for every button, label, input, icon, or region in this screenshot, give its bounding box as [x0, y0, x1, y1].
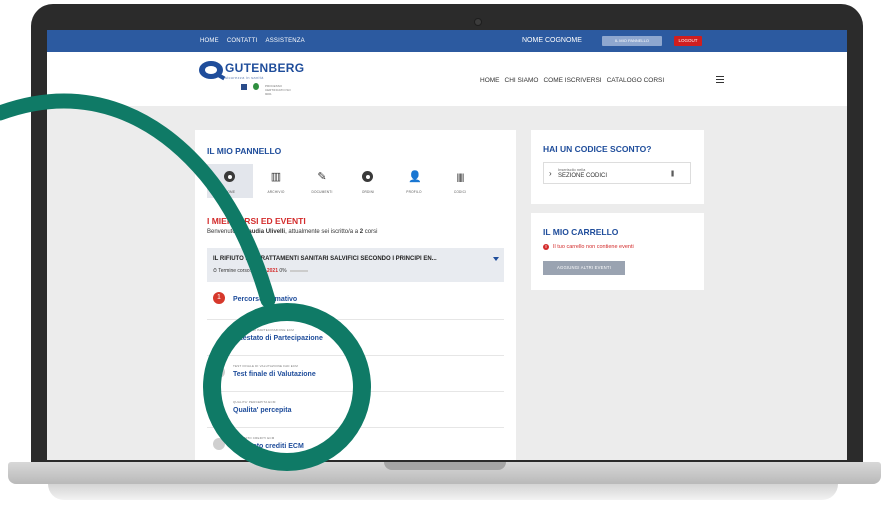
add-events-button[interactable]: AGGIUNGI ALTRI EVENTI — [543, 261, 625, 275]
chevron-right-icon: › — [549, 169, 552, 178]
welcome-prefix: Benvenuto/a — [207, 229, 241, 235]
courses-title: I MIEI CORSI ED EVENTI — [207, 216, 306, 226]
tab-archivio[interactable]: ▥ ARCHIVIO — [253, 164, 299, 198]
cart-title: IL MIO CARRELLO — [543, 227, 619, 237]
nav-catalogo-corsi[interactable]: CATALOGO CORSI — [607, 77, 665, 84]
certification-logo-icon — [241, 84, 247, 90]
top-link-home[interactable]: HOME — [200, 38, 219, 44]
user-name[interactable]: NOME COGNOME — [522, 37, 582, 44]
nav-come-iscriversi[interactable]: COME ISCRIVERSI — [543, 77, 601, 84]
barcode-icon: ||||| — [456, 172, 465, 182]
my-panel-button[interactable]: IL MIO PANNELLO — [602, 36, 662, 46]
course-count: 2 — [359, 229, 364, 235]
panel-tabs: HOME ▥ ARCHIVIO ✎ DOCUMENTI ORDINI 👤 PRO… — [207, 164, 483, 198]
tab-label: ORDINI — [361, 190, 375, 194]
tab-ordini[interactable]: ORDINI — [345, 164, 391, 198]
site-header: GUTENBERG sicurezza in sanità PROCESSO C… — [47, 52, 847, 106]
laptop-shadow — [48, 484, 838, 500]
step-label[interactable]: Attestato crediti ECM — [233, 443, 304, 450]
nav-home[interactable]: HOME — [480, 77, 500, 84]
tab-documenti[interactable]: ✎ DOCUMENTI — [299, 164, 345, 198]
tab-label: HOME — [224, 190, 236, 194]
documents-icon: ✎ — [317, 171, 327, 183]
step-label[interactable]: Attestato di Partecipazione — [233, 335, 323, 342]
menu-icon[interactable] — [716, 76, 724, 83]
discount-section-link[interactable]: SEZIONE CODICI — [558, 173, 607, 179]
camera-icon — [474, 18, 482, 26]
cart-empty-message: Il tuo carrello non contiene eventi — [553, 244, 634, 250]
course-meta: ⏱ Termine corso: 19-03-2021 0% — [213, 268, 308, 274]
tab-codici[interactable]: ||||| CODICI — [437, 164, 483, 198]
step-label[interactable]: Qualita' percepita — [233, 407, 291, 414]
orders-icon — [362, 171, 373, 182]
chevron-down-icon[interactable] — [493, 257, 499, 261]
deadline-label: Termine corso: — [218, 268, 252, 274]
panel-title: IL MIO PANNELLO — [207, 146, 282, 156]
list-item[interactable]: ATTESTATO DI PARTECIPAZIONE ECM Attestat… — [207, 320, 504, 356]
archive-icon: ▥ — [270, 171, 282, 183]
cart-card: IL MIO CARRELLO ! Il tuo carrello non con… — [531, 213, 704, 290]
discount-title: HAI UN CODICE SCONTO? — [543, 144, 652, 154]
tab-profilo[interactable]: 👤 PROFILO — [391, 164, 437, 198]
course-accordion[interactable]: IL RIFIUTO DEI TRATTAMENTI SANITARI SALV… — [207, 248, 504, 282]
top-links: HOME CONTATTI ASSISTENZA — [200, 38, 305, 44]
step-label[interactable]: Test finale di Valutazione — [233, 371, 316, 378]
top-bar: HOME CONTATTI ASSISTENZA NOME COGNOME IL… — [47, 30, 847, 52]
welcome-suffix: corsi — [364, 229, 378, 235]
cart-empty-alert: ! Il tuo carrello non contiene eventi — [543, 244, 634, 250]
my-panel-card: IL MIO PANNELLO HOME ▥ ARCHIVIO ✎ DOCUME… — [195, 130, 516, 460]
laptop-notch — [384, 462, 506, 470]
logo-name[interactable]: GUTENBERG — [225, 61, 304, 75]
discount-card: HAI UN CODICE SCONTO? › Inseriscilo nell… — [531, 130, 704, 204]
discount-hint: Inseriscilo nella — [558, 167, 586, 172]
tab-label: PROFILO — [406, 190, 422, 194]
step-category: ATTESTATO CREDITI ECM — [233, 436, 275, 440]
profile-icon: 👤 — [408, 171, 422, 183]
alert-icon: ! — [543, 244, 549, 250]
logo-tagline: sicurezza in sanità — [225, 75, 264, 80]
course-title[interactable]: IL RIFIUTO DEI TRATTAMENTI SANITARI SALV… — [213, 256, 437, 262]
barcode-icon: |||| — [671, 171, 674, 177]
step-category: QUALITA' PERCEPITA ECM — [233, 400, 276, 404]
welcome-text: Benvenuto/a Claudia Ulivelli, attualment… — [207, 229, 377, 235]
laptop-base — [8, 462, 881, 484]
main-nav: HOME CHI SIAMO COME ISCRIVERSI CATALOGO … — [480, 77, 664, 84]
user-full-name: Claudia Ulivelli — [242, 229, 286, 235]
step-status-dot — [213, 366, 225, 378]
progress-bar — [290, 269, 308, 272]
browser-screen: HOME CONTATTI ASSISTENZA NOME COGNOME IL… — [47, 30, 847, 460]
tab-label: CODICI — [453, 190, 467, 194]
top-link-assistenza[interactable]: ASSISTENZA — [266, 38, 305, 44]
step-category: ATTESTATO DI PARTECIPAZIONE ECM — [233, 328, 294, 332]
top-link-contatti[interactable]: CONTATTI — [227, 38, 258, 44]
progress-percent: 0% — [279, 268, 287, 274]
list-item[interactable]: QUALITA' PERCEPITA ECM Qualita' percepit… — [207, 392, 504, 428]
welcome-mid: , attualmente sei iscritto/a a — [285, 229, 359, 235]
deadline-date: 19-03-2021 — [252, 268, 278, 274]
nav-chi-siamo[interactable]: CHI SIAMO — [505, 77, 539, 84]
certification-seal-icon — [253, 83, 259, 90]
discount-codes-link[interactable]: › Inseriscilo nella SEZIONE CODICI |||| — [543, 162, 691, 184]
course-steps: 1 Percorso formativo ATTESTATO DI PARTEC… — [207, 284, 504, 460]
step-category: TEST FINALE DI VALUTAZIONE FAD ECM — [233, 364, 298, 368]
home-circle-icon — [224, 171, 235, 182]
tab-label: ARCHIVIO — [267, 190, 285, 194]
step-status-dot — [213, 438, 225, 450]
list-item[interactable]: 1 Percorso formativo — [207, 284, 504, 320]
tab-home[interactable]: HOME — [207, 164, 253, 198]
list-item[interactable]: TEST FINALE DI VALUTAZIONE FAD ECM Test … — [207, 356, 504, 392]
laptop-mockup: HOME CONTATTI ASSISTENZA NOME COGNOME IL… — [0, 0, 881, 513]
tab-label: DOCUMENTI — [311, 190, 333, 194]
step-number-badge: 1 — [213, 292, 225, 304]
step-label[interactable]: Percorso formativo — [233, 296, 297, 303]
certification-text: PROCESSO CERTIFICATO ISO 9001 — [265, 84, 291, 96]
logo-tail — [214, 71, 226, 81]
clock-icon: ⏱ — [213, 268, 217, 274]
list-item[interactable]: ATTESTATO CREDITI ECM Attestato crediti … — [207, 428, 504, 460]
logout-button[interactable]: LOGOUT — [674, 36, 702, 46]
